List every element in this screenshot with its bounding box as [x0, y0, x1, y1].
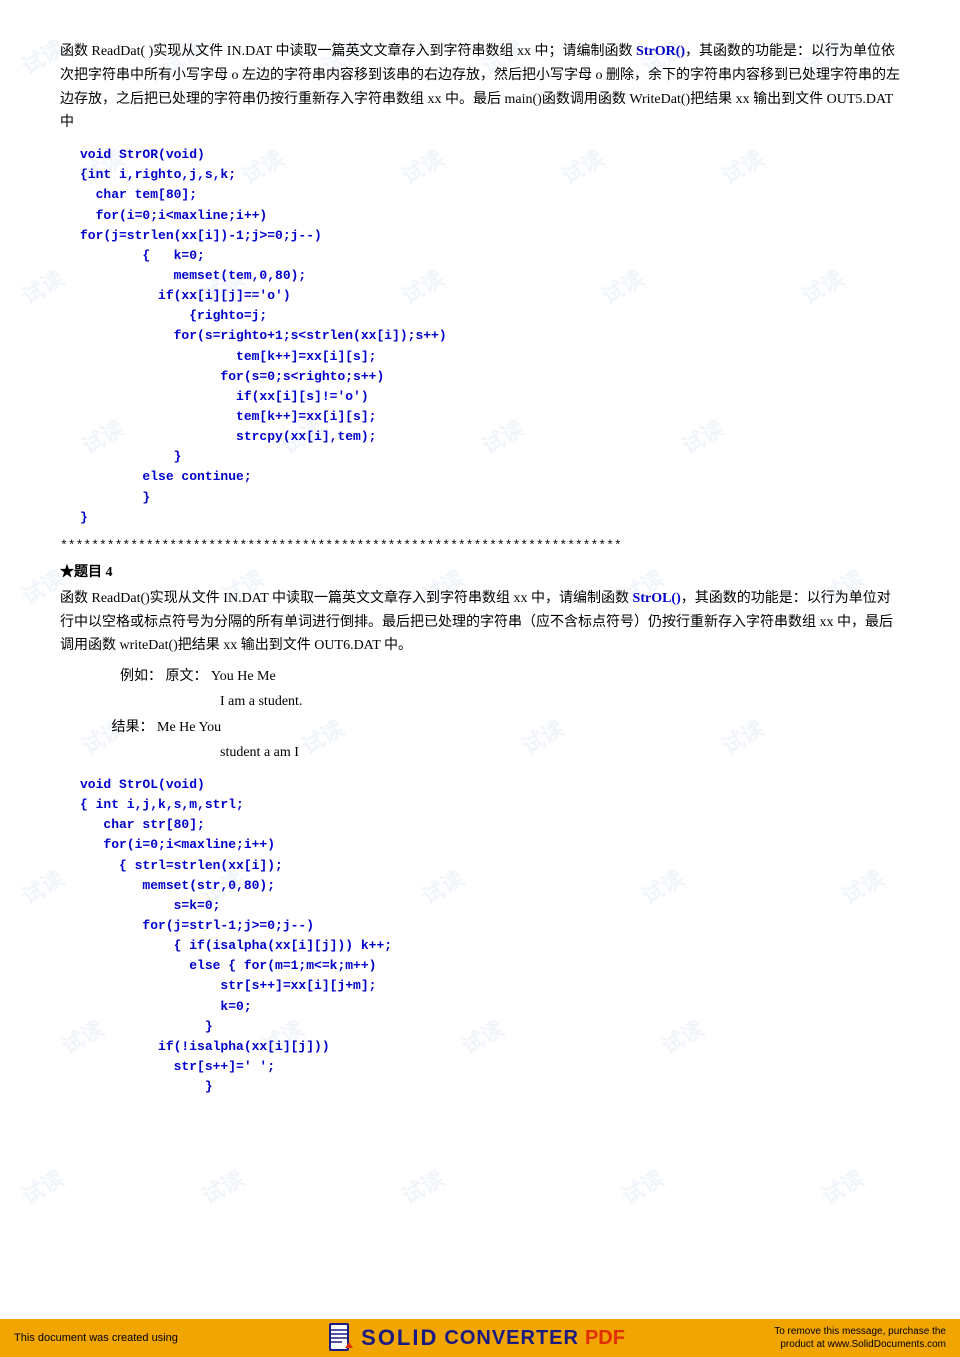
strol-highlight: StrOL() [633, 591, 681, 606]
code-line: if(xx[i][j]=='o') [80, 286, 900, 306]
example-original-line2: I am a student. [220, 694, 302, 709]
code-line: if(!isalpha(xx[i][j])) [80, 1037, 900, 1057]
content-area: 函数 ReadDat( )实现从文件 IN.DAT 中读取一篇英文文章存入到字符… [0, 0, 960, 1097]
bottom-bar-center: SOLID CONVERTER PDF [327, 1322, 625, 1354]
code-line: } [80, 488, 900, 508]
watermark: 试读 [395, 1161, 449, 1211]
intro-paragraph-1: 函数 ReadDat( )实现从文件 IN.DAT 中读取一篇英文文章存入到字符… [60, 40, 900, 135]
example-original-label: 原文： [166, 669, 208, 684]
code-line: strcpy(xx[i],tem); [80, 427, 900, 447]
example-result-line2: student a am I [220, 745, 299, 760]
code-line: for(s=righto+1;s<strlen(xx[i]);s++) [80, 326, 900, 346]
code-line: for(j=strlen(xx[i])-1;j>=0;j--) [80, 226, 900, 246]
code-line: } [80, 508, 900, 528]
example-result-label: 结果： [112, 720, 154, 735]
example-section: 例如： 原文： You He Me I am a student. 结果： Me… [120, 664, 900, 765]
example-result-label-prefix [80, 720, 108, 735]
code-line: {righto=j; [80, 306, 900, 326]
watermark: 试读 [615, 1161, 669, 1211]
code-block-2: void StrOL(void) { int i,j,k,s,m,strl; c… [80, 775, 900, 1097]
code-line: for(i=0;i<maxline;i++) [80, 835, 900, 855]
code-line: s=k=0; [80, 896, 900, 916]
code-line: for(j=strl-1;j>=0;j--) [80, 916, 900, 936]
example-original-line1: You He Me [211, 669, 276, 684]
code-line: { if(isalpha(xx[i][j])) k++; [80, 936, 900, 956]
section-4-header: ★题目 4 [60, 561, 900, 581]
code-line: void StrOL(void) [80, 775, 900, 795]
pdf-text: PDF [585, 1327, 625, 1350]
stror-highlight: StrOR() [636, 44, 685, 59]
code-line: for(i=0;i<maxline;i++) [80, 206, 900, 226]
bottom-bar-left-text: This document was created using [14, 1332, 178, 1344]
book-icon [327, 1322, 355, 1354]
code-line: { strl=strlen(xx[i]); [80, 856, 900, 876]
code-line: { int i,j,k,s,m,strl; [80, 795, 900, 815]
code-line: if(xx[i][s]!='o') [80, 387, 900, 407]
code-line: k=0; [80, 997, 900, 1017]
bottom-bar: This document was created using SOLID CO… [0, 1319, 960, 1357]
code-line: void StrOR(void) [80, 145, 900, 165]
code-line: for(s=0;s<righto;s++) [80, 367, 900, 387]
code-line: { k=0; [80, 246, 900, 266]
bottom-bar-right-text: To remove this message, purchase theprod… [774, 1325, 946, 1351]
code-line: else { for(m=1;m<=k;m++) [80, 956, 900, 976]
example-label: 例如： [120, 669, 162, 684]
code-line: str[s++]=' '; [80, 1057, 900, 1077]
code-line: } [80, 447, 900, 467]
code-line: tem[k++]=xx[i][s]; [80, 347, 900, 367]
code-line: str[s++]=xx[i][j+m]; [80, 976, 900, 996]
code-block-1: void StrOR(void) {int i,righto,j,s,k; ch… [80, 145, 900, 528]
watermark: 试读 [195, 1161, 249, 1211]
code-line: tem[k++]=xx[i][s]; [80, 407, 900, 427]
code-line: char tem[80]; [80, 185, 900, 205]
code-line: memset(tem,0,80); [80, 266, 900, 286]
watermark: 试读 [815, 1161, 869, 1211]
code-line: char str[80]; [80, 815, 900, 835]
example-result-line1: Me He You [157, 720, 221, 735]
code-line: {int i,righto,j,s,k; [80, 165, 900, 185]
code-line: } [80, 1077, 900, 1097]
code-line: } [80, 1017, 900, 1037]
code-line: memset(str,0,80); [80, 876, 900, 896]
code-line: else continue; [80, 467, 900, 487]
solid-logo: SOLID [361, 1325, 438, 1351]
converter-text: CONVERTER [444, 1327, 579, 1350]
watermark: 试读 [15, 1161, 69, 1211]
separator-line: ****************************************… [60, 538, 900, 553]
intro-paragraph-2: 函数 ReadDat()实现从文件 IN.DAT 中读取一篇英文文章存入到字符串… [60, 587, 900, 658]
